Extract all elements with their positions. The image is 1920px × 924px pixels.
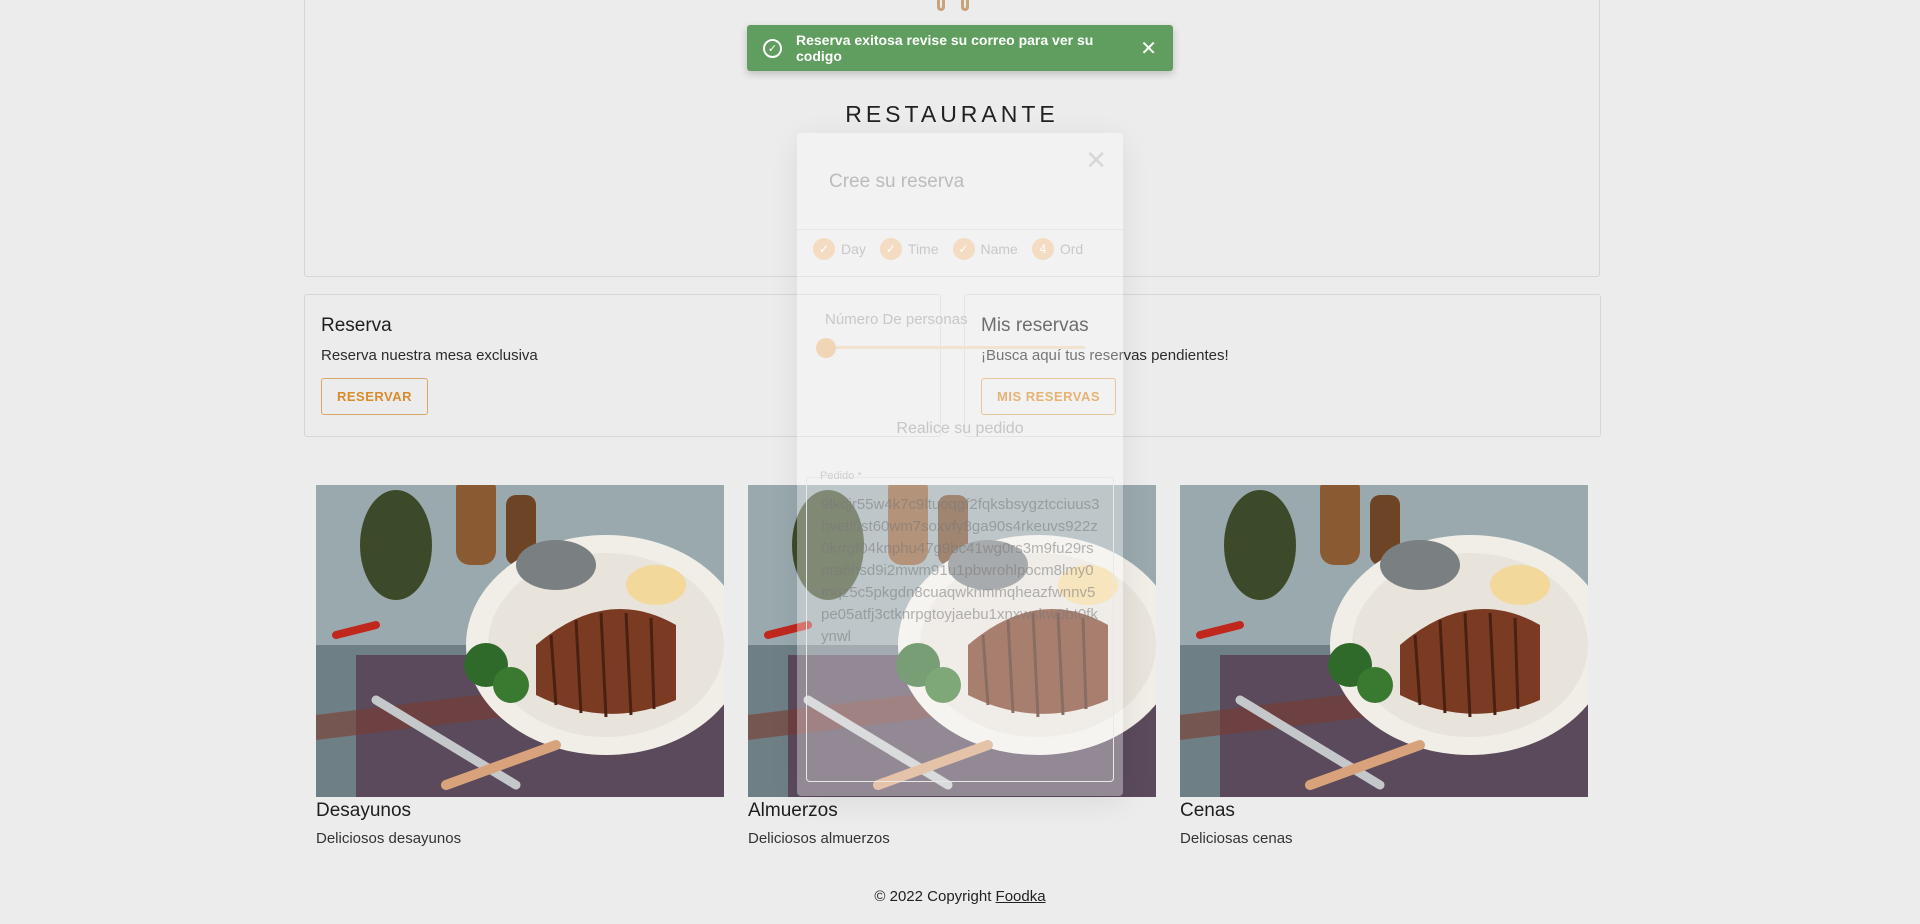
success-toast: ✓ Reserva exitosa revise su correo para … (747, 25, 1173, 71)
tile-text: Deliciosos desayunos (316, 830, 462, 847)
brand-subtitle: RESTAURANTE (845, 101, 1059, 127)
step-label: Day (841, 241, 866, 257)
reservation-modal: ✕ Cree su reserva ✓ Day ✓ Time ✓ Name 4 … (797, 133, 1123, 796)
step-time[interactable]: ✓ Time (879, 238, 939, 260)
tile-text: Deliciosos almuerzos (748, 830, 890, 847)
tile-cenas: Cenas Deliciosas cenas (1180, 485, 1588, 847)
order-legend: Pedido * (820, 470, 862, 482)
copyright-text: © 2022 Copyright (874, 888, 996, 905)
step-label: Ord (1059, 241, 1084, 257)
footer-foodka-link[interactable]: Foodka (996, 888, 1046, 905)
people-slider-track[interactable] (825, 346, 1085, 349)
stepper: ✓ Day ✓ Time ✓ Name 4 Ord (813, 238, 1097, 260)
footer: © 2022 Copyright Foodka (0, 888, 1920, 905)
tile-desayunos: Desayunos Deliciosos desayunos (316, 485, 724, 847)
people-label: Número De personas (825, 311, 968, 328)
tile-title: Almuerzos (748, 800, 838, 821)
modal-title: Cree su reserva (829, 171, 965, 192)
step-day[interactable]: ✓ Day (813, 238, 866, 260)
step-order[interactable]: 4 Ord (1031, 238, 1084, 260)
step-label: Name (980, 241, 1018, 257)
step-check-icon: ✓ (879, 238, 902, 260)
check-circle-icon: ✓ (763, 38, 782, 58)
tile-text: Deliciosas cenas (1180, 830, 1293, 847)
toast-close-icon[interactable]: ✕ (1140, 36, 1157, 61)
food-image (316, 485, 724, 797)
step-name[interactable]: ✓ Name (952, 238, 1018, 260)
page: FOODKA RESTAURANTE Reserva Reserva nuest… (0, 0, 1920, 924)
step-label: Time (907, 241, 939, 257)
modal-close-icon[interactable]: ✕ (1085, 145, 1107, 176)
modal-divider (797, 229, 1123, 230)
step-number: 4 (1031, 238, 1054, 260)
order-heading: Realice su pedido (896, 420, 1024, 437)
food-image (1180, 485, 1588, 797)
order-text-value: 9lkqjr55w4k7c9ltuoqgf2fqksbsygztcciuus3h… (821, 496, 1100, 645)
reservar-button[interactable]: RESERVAR (321, 378, 429, 415)
step-check-icon: ✓ (813, 238, 835, 260)
tile-title: Cenas (1180, 800, 1235, 821)
step-check-icon: ✓ (952, 238, 975, 260)
people-slider-thumb[interactable] (816, 338, 836, 358)
logo-icon (933, 0, 973, 13)
toast-message: Reserva exitosa revise su correo para ve… (796, 32, 1094, 64)
tile-title: Desayunos (316, 800, 412, 821)
